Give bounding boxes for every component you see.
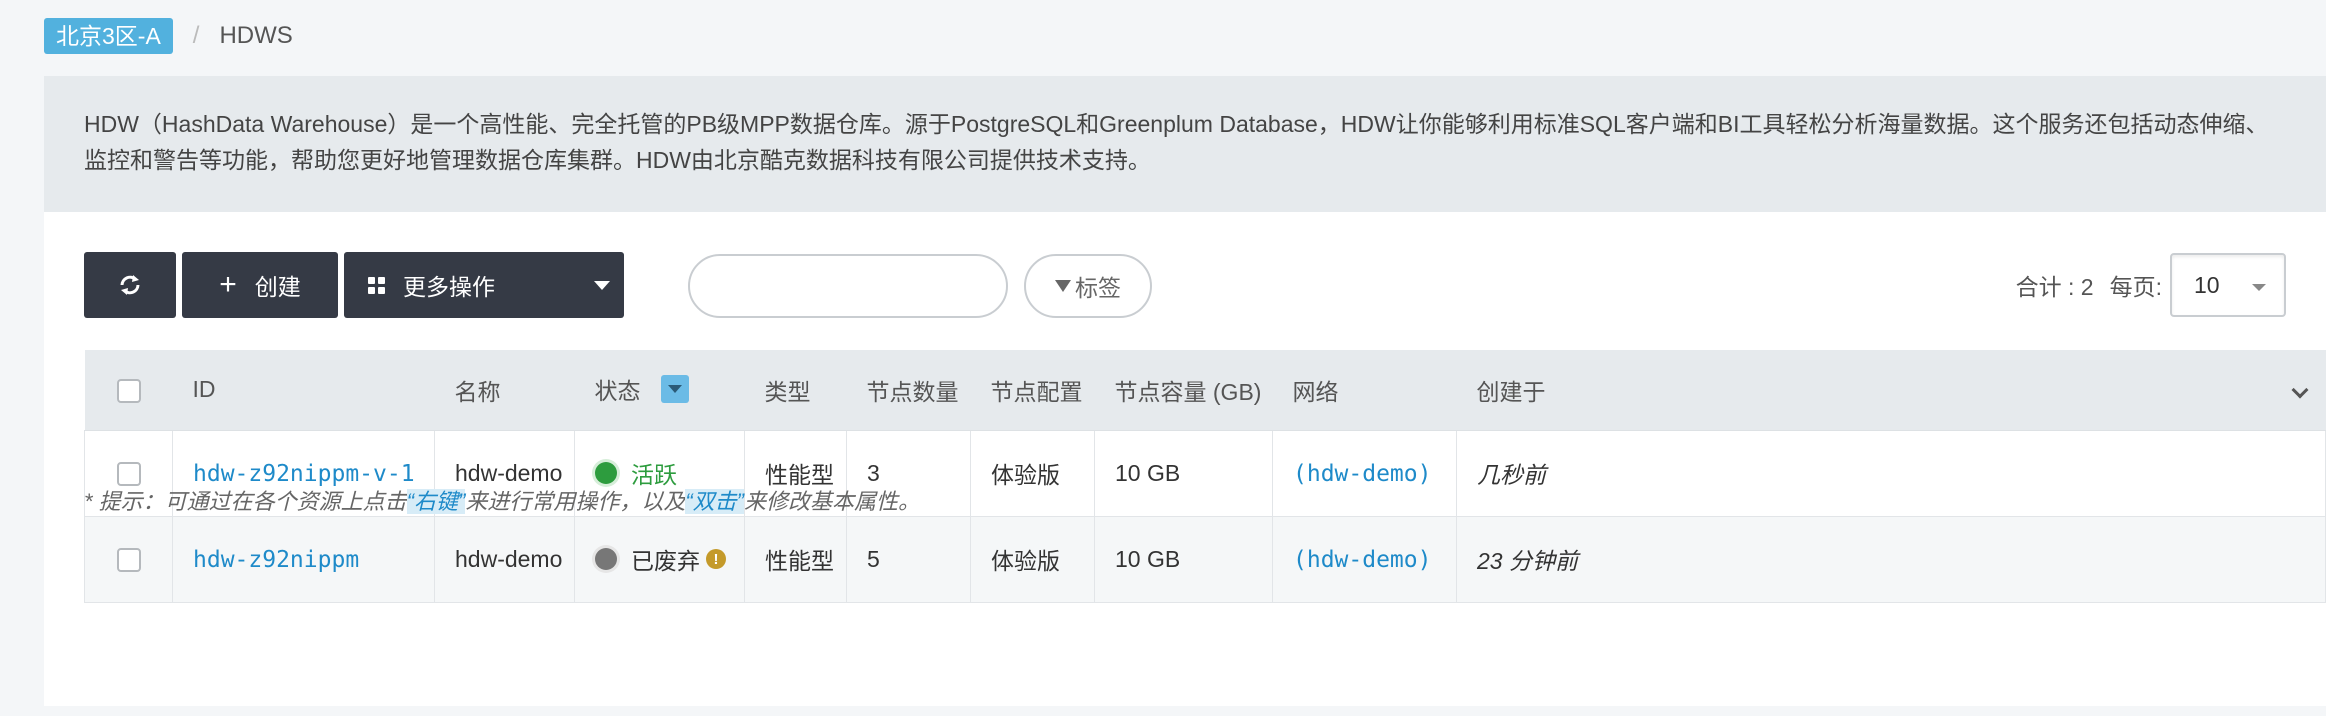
table-row[interactable]: hdw-z92nippm hdw-demo 已废弃! 性能型 5 体验版 10 … bbox=[84, 515, 2326, 603]
filter-icon bbox=[1055, 280, 1071, 292]
tip-double-click: “双击” bbox=[685, 489, 745, 514]
row-node-config: 体验版 bbox=[970, 515, 1095, 603]
create-button[interactable]: + 创建 bbox=[182, 252, 338, 318]
col-type: 类型 bbox=[744, 350, 847, 431]
caret-down-icon bbox=[594, 281, 610, 290]
per-page-value: 10 bbox=[2194, 271, 2220, 298]
col-status: 状态 bbox=[574, 350, 745, 431]
col-node-config: 节点配置 bbox=[970, 350, 1095, 431]
row-checkbox-cell bbox=[84, 515, 173, 603]
network-link[interactable]: (hdw-demo) bbox=[1293, 461, 1431, 487]
main-card: HDW（HashData Warehouse）是一个高性能、完全托管的PB级MP… bbox=[44, 76, 2326, 706]
create-label: 创建 bbox=[254, 274, 301, 300]
zone-selector[interactable]: 北京3区-A bbox=[44, 18, 173, 54]
column-menu-chevron-icon[interactable] bbox=[2291, 381, 2308, 399]
row-node-capacity: 10 GB bbox=[1094, 515, 1273, 603]
row-id-cell: hdw-z92nippm bbox=[172, 515, 435, 603]
breadcrumb: 北京3区-A / HDWS bbox=[44, 18, 293, 54]
row-node-count: 5 bbox=[846, 515, 971, 603]
service-intro: HDW（HashData Warehouse）是一个高性能、完全托管的PB级MP… bbox=[44, 76, 2326, 212]
row-checkbox[interactable] bbox=[116, 462, 141, 487]
table-header-row: ID 名称 状态 类型 节点数量 节点配置 节点容量 (GB) 网络 创建于 bbox=[84, 350, 2326, 431]
more-actions-button[interactable]: 更多操作 bbox=[344, 252, 624, 318]
row-type: 性能型 bbox=[744, 515, 847, 603]
row-created: 23 分钟前 bbox=[1456, 515, 2326, 603]
breadcrumb-separator: / bbox=[192, 22, 200, 49]
col-status-label: 状态 bbox=[594, 378, 641, 405]
toolbar: + 创建 更多操作 标签 合计 : 2 每页: 10 bbox=[84, 252, 2286, 318]
col-network: 网络 bbox=[1272, 350, 1457, 431]
row-created: 几秒前 bbox=[1456, 429, 2326, 517]
warning-icon[interactable]: ! bbox=[706, 549, 726, 569]
row-network-cell: (hdw-demo) bbox=[1272, 515, 1457, 603]
status-active-icon bbox=[595, 462, 617, 484]
per-page-label: 每页: bbox=[2109, 274, 2162, 300]
col-created: 创建于 bbox=[1456, 350, 2326, 431]
select-all-cell bbox=[84, 350, 173, 431]
row-node-config: 体验版 bbox=[970, 429, 1095, 517]
network-link[interactable]: (hdw-demo) bbox=[1293, 547, 1431, 573]
total-count: 合计 : 2 bbox=[2015, 274, 2094, 300]
tip-middle: 来进行常用操作，以及 bbox=[465, 489, 686, 514]
refresh-button[interactable] bbox=[84, 252, 176, 318]
more-actions-label: 更多操作 bbox=[403, 274, 495, 300]
row-status-cell: 已废弃! bbox=[574, 515, 745, 603]
col-name: 名称 bbox=[434, 350, 575, 431]
per-page-select[interactable]: 10 bbox=[2170, 253, 2286, 317]
col-node-capacity: 节点容量 (GB) bbox=[1094, 350, 1273, 431]
tag-label: 标签 bbox=[1075, 275, 1121, 301]
row-name: hdw-demo bbox=[434, 515, 575, 603]
tip-right-click: “右键” bbox=[406, 489, 466, 514]
chevron-down-icon bbox=[2252, 284, 2266, 291]
tip-prefix: * 提示：可通过在各个资源上点击 bbox=[84, 489, 407, 514]
instance-id-link[interactable]: hdw-z92nippm bbox=[193, 547, 359, 573]
usage-tip: * 提示：可通过在各个资源上点击“右键”来进行常用操作，以及“双击”来修改基本属… bbox=[84, 484, 920, 516]
col-created-label: 创建于 bbox=[1476, 378, 1546, 405]
row-node-capacity: 10 GB bbox=[1094, 429, 1273, 517]
tag-filter-button[interactable]: 标签 bbox=[1024, 254, 1152, 318]
row-status: 已废弃 bbox=[631, 548, 700, 574]
tip-suffix: 来修改基本属性。 bbox=[744, 489, 921, 514]
instances-table: ID 名称 状态 类型 节点数量 节点配置 节点容量 (GB) 网络 创建于 h… bbox=[84, 350, 2326, 603]
refresh-icon bbox=[120, 275, 140, 295]
search-input[interactable] bbox=[688, 254, 1008, 318]
status-deleted-icon bbox=[595, 548, 617, 570]
grid-icon bbox=[368, 276, 385, 294]
status-filter-button[interactable] bbox=[660, 375, 689, 404]
select-all-checkbox[interactable] bbox=[116, 379, 141, 404]
row-checkbox[interactable] bbox=[116, 548, 141, 573]
row-network-cell: (hdw-demo) bbox=[1272, 429, 1457, 517]
col-id: ID bbox=[172, 350, 435, 431]
col-node-count: 节点数量 bbox=[846, 350, 971, 431]
plus-icon: + bbox=[219, 268, 237, 301]
pagination: 合计 : 2 每页: 10 bbox=[2016, 252, 2286, 318]
breadcrumb-current: HDWS bbox=[219, 22, 293, 49]
instance-id-link[interactable]: hdw-z92nippm-v-1 bbox=[193, 461, 415, 487]
